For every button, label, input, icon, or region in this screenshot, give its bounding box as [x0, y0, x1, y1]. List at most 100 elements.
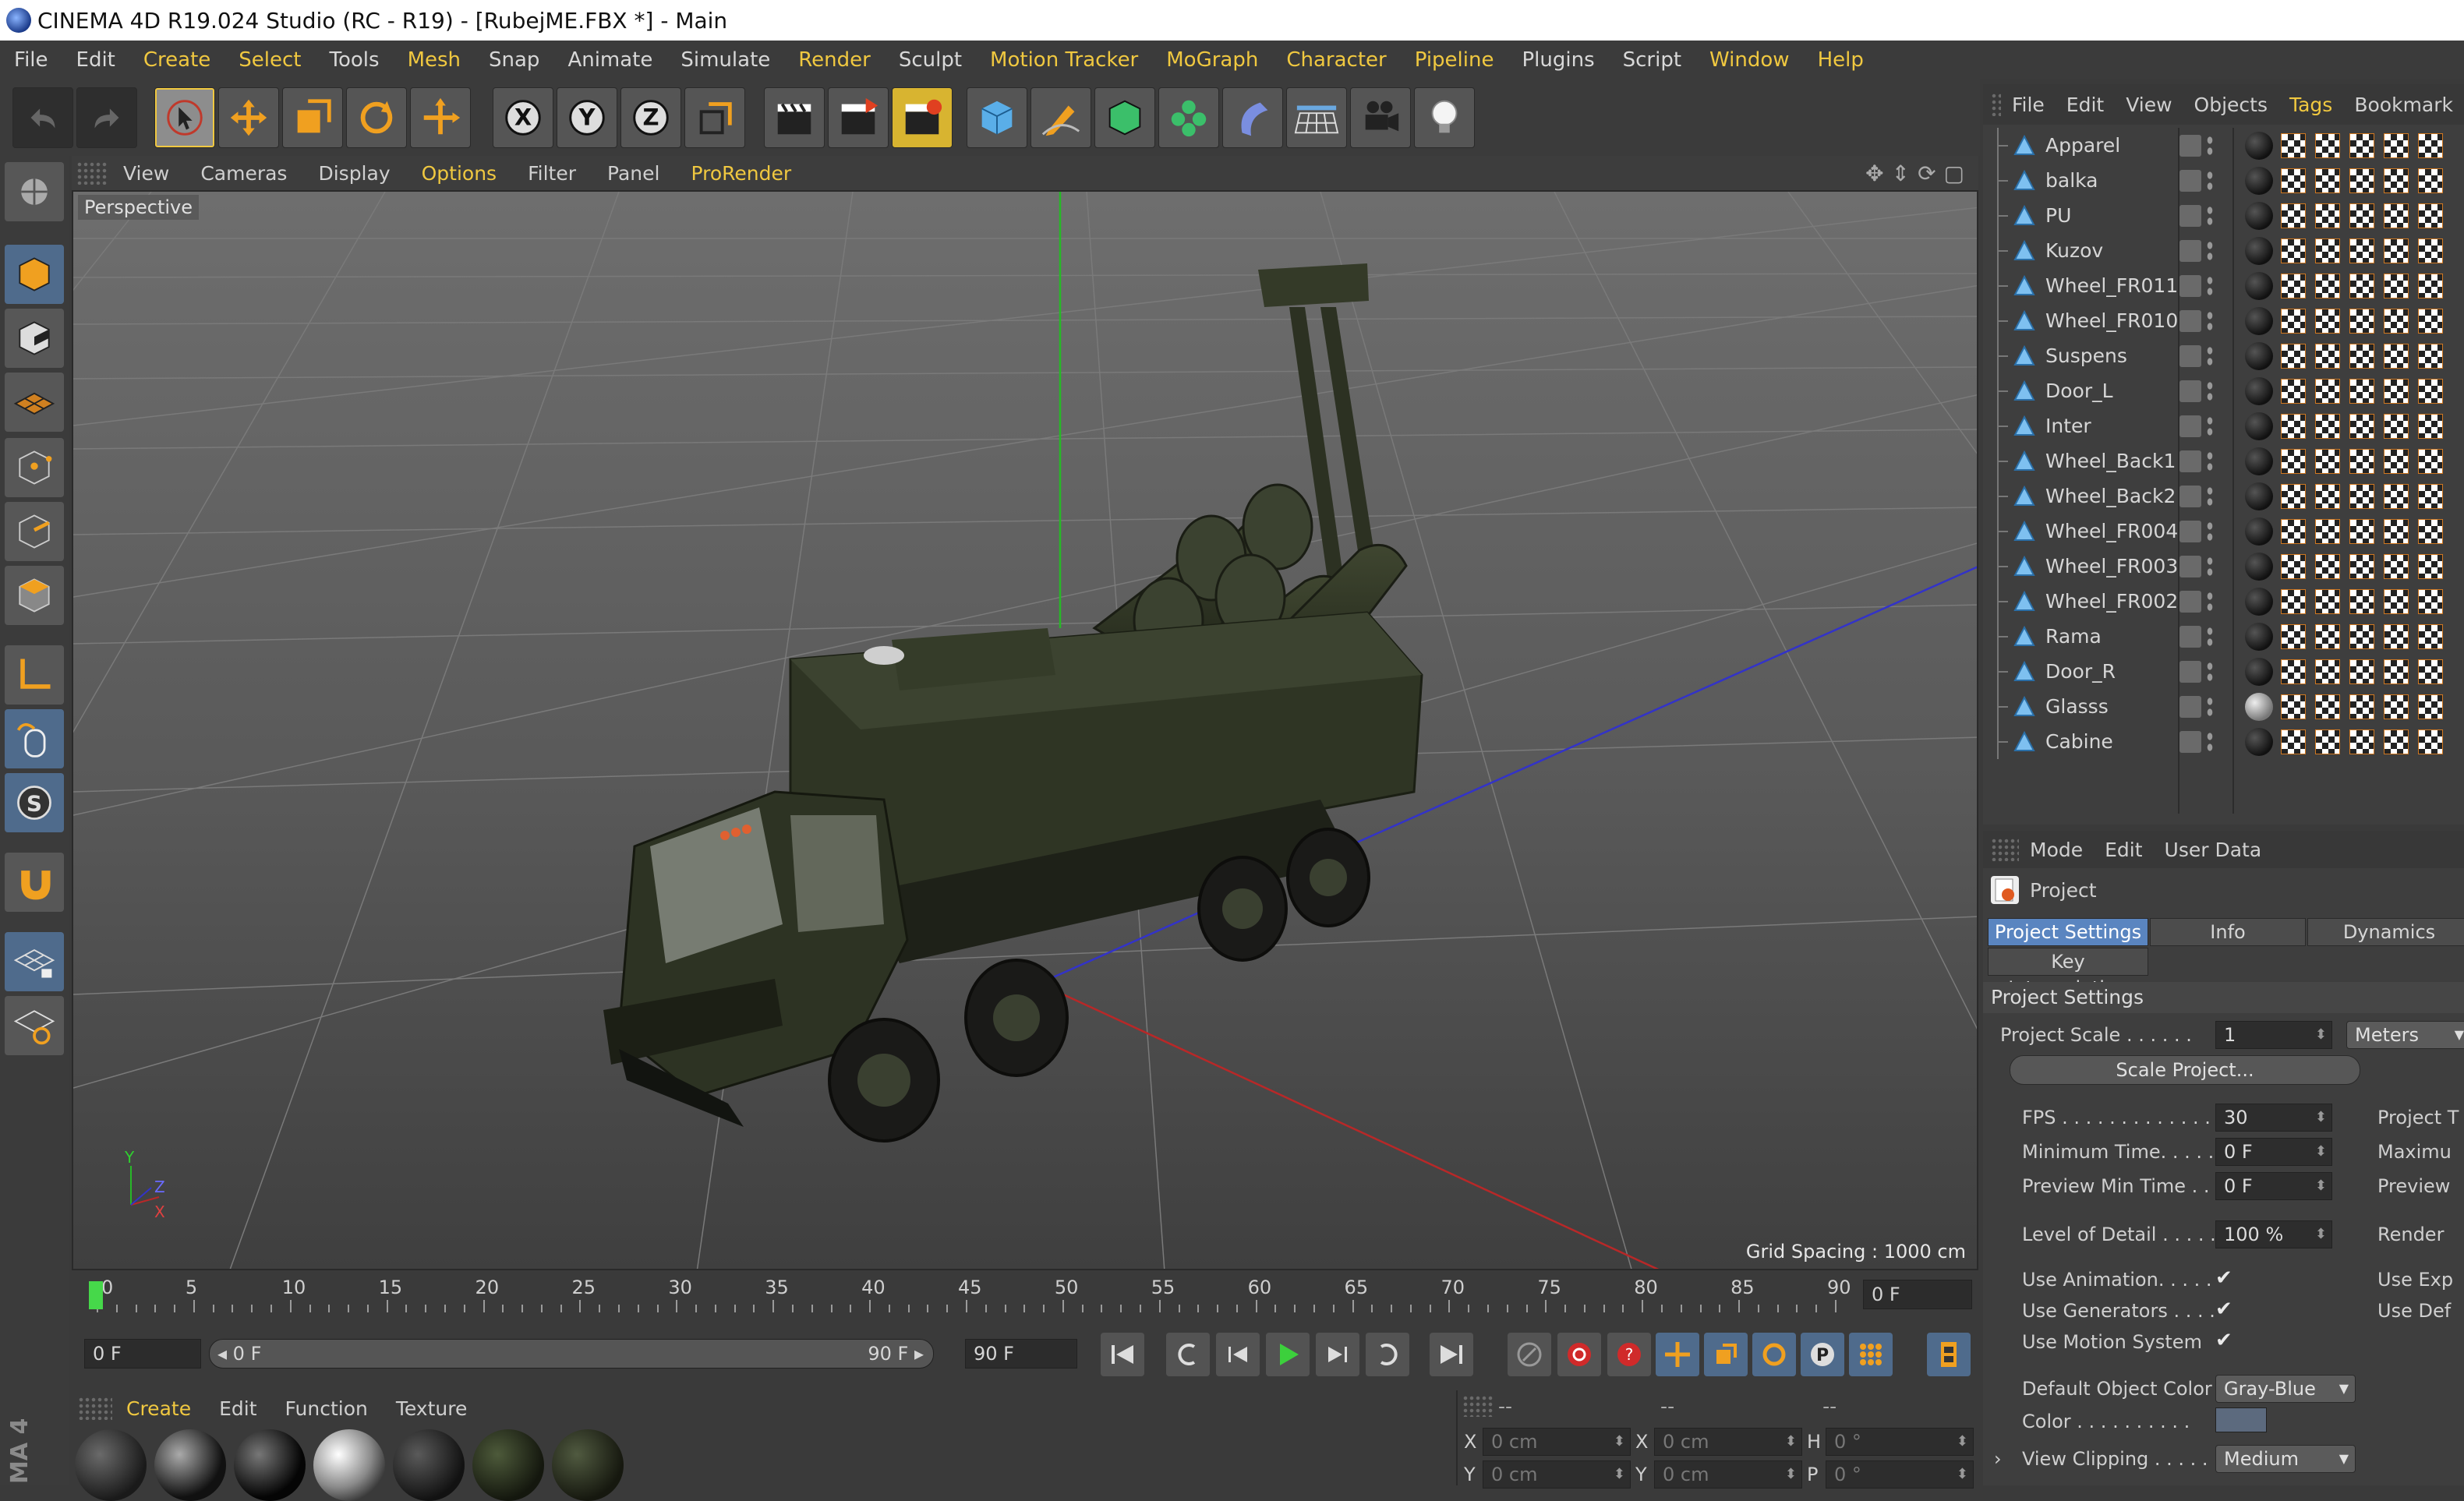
go-to-start-button[interactable] [1101, 1333, 1144, 1376]
menu-file[interactable]: File [0, 48, 62, 72]
uvw-tag-icon[interactable] [2418, 132, 2443, 158]
previous-key-button[interactable] [1166, 1333, 1210, 1376]
object-name[interactable]: Inter [2045, 415, 2091, 437]
menu-tools[interactable]: Tools [316, 48, 394, 72]
object-name[interactable]: Wheel_Back2 [2045, 485, 2176, 507]
uvw-tag-icon[interactable] [2349, 238, 2374, 263]
truck-model[interactable] [603, 263, 1423, 1143]
transform-button[interactable] [410, 87, 471, 148]
use-animation-checkbox[interactable]: ✔ [2215, 1268, 2234, 1288]
visibility-dots-icon[interactable] [2206, 625, 2214, 648]
panel-grip-icon[interactable] [1462, 1395, 1494, 1417]
object-row[interactable]: Rama [1983, 619, 2464, 654]
object-menu-tags[interactable]: Tags [2278, 94, 2343, 116]
object-menu-bookmark[interactable]: Bookmark [2343, 94, 2464, 116]
uvw-tag-icon[interactable] [2315, 343, 2340, 369]
uvw-tag-icon[interactable] [2315, 518, 2340, 544]
uvw-tag-icon[interactable] [2384, 413, 2409, 439]
uvw-tag-icon[interactable] [2418, 203, 2443, 228]
coord-position-y-field[interactable]: 0 cm [1483, 1460, 1631, 1489]
uvw-tag-icon[interactable] [2281, 203, 2306, 228]
light-button[interactable] [1414, 87, 1475, 148]
panel-grip-icon[interactable] [76, 161, 108, 185]
uvw-tag-icon[interactable] [2281, 729, 2306, 754]
uvw-tag-icon[interactable] [2349, 659, 2374, 684]
object-row[interactable]: Wheel_FR010 [1983, 303, 2464, 338]
coordinate-system-button[interactable] [684, 87, 745, 148]
uvw-tag-icon[interactable] [2315, 448, 2340, 474]
layer-toggle-icon[interactable] [2179, 555, 2201, 577]
object-row[interactable]: balka [1983, 163, 2464, 198]
object-menu-objects[interactable]: Objects [2183, 94, 2278, 116]
key-point-level-button[interactable] [1849, 1333, 1893, 1376]
uvw-tag-icon[interactable] [2349, 518, 2374, 544]
uvw-tag-icon[interactable] [2349, 413, 2374, 439]
object-name[interactable]: Wheel_FR004 [2045, 520, 2178, 542]
viewport-menu-cameras[interactable]: Cameras [185, 162, 302, 185]
workplane-mode-button[interactable] [5, 373, 64, 432]
uvw-tag-icon[interactable] [2281, 168, 2306, 193]
uvw-tag-icon[interactable] [2384, 553, 2409, 579]
redo-button[interactable] [76, 87, 137, 148]
menu-motion-tracker[interactable]: Motion Tracker [976, 48, 1152, 72]
uvw-tag-icon[interactable] [2384, 238, 2409, 263]
solo-mode-button[interactable]: S [5, 773, 64, 832]
menu-sculpt[interactable]: Sculpt [885, 48, 976, 72]
object-name[interactable]: PU [2045, 204, 2071, 227]
x-axis-lock-button[interactable]: X [493, 87, 553, 148]
undo-button[interactable] [12, 87, 73, 148]
previous-frame-button[interactable] [1216, 1333, 1260, 1376]
keyframe-selection-button[interactable] [1508, 1333, 1551, 1376]
axis-mode-button[interactable] [5, 645, 64, 705]
workplane-lock-button[interactable] [5, 932, 64, 991]
menu-mesh[interactable]: Mesh [394, 48, 475, 72]
uvw-tag-icon[interactable] [2281, 659, 2306, 684]
uvw-tag-icon[interactable] [2281, 694, 2306, 719]
record-active-objects-button[interactable] [1557, 1333, 1601, 1376]
object-row[interactable]: Glasss [1983, 689, 2464, 724]
uvw-tag-icon[interactable] [2418, 553, 2443, 579]
menu-pipeline[interactable]: Pipeline [1401, 48, 1508, 72]
object-row[interactable]: Suspens [1983, 338, 2464, 373]
tab-project-settings[interactable]: Project Settings [1988, 918, 2148, 946]
model-mode-button[interactable] [5, 245, 64, 304]
visibility-dots-icon[interactable] [2206, 730, 2214, 753]
uvw-tag-icon[interactable] [2418, 238, 2443, 263]
uvw-tag-icon[interactable] [2315, 378, 2340, 404]
object-name[interactable]: Cabine [2045, 730, 2113, 753]
camera-button[interactable] [1350, 87, 1411, 148]
uvw-tag-icon[interactable] [2384, 518, 2409, 544]
visibility-dots-icon[interactable] [2206, 660, 2214, 683]
uvw-tag-icon[interactable] [2281, 343, 2306, 369]
visibility-dots-icon[interactable] [2206, 239, 2214, 262]
material-swatch[interactable] [393, 1429, 465, 1501]
object-row[interactable]: Wheel_FR003 [1983, 549, 2464, 584]
uvw-tag-icon[interactable] [2384, 483, 2409, 509]
object-row[interactable]: Apparel [1983, 128, 2464, 163]
uvw-tag-icon[interactable] [2281, 448, 2306, 474]
uvw-tag-icon[interactable] [2281, 308, 2306, 334]
material-swatch[interactable] [234, 1429, 306, 1501]
uvw-tag-icon[interactable] [2349, 308, 2374, 334]
uvw-tag-icon[interactable] [2384, 448, 2409, 474]
layer-toggle-icon[interactable] [2179, 625, 2201, 648]
project-scale-unit-dropdown[interactable]: Meters [2346, 1021, 2464, 1049]
start-frame-field[interactable]: 0 F [84, 1339, 201, 1369]
layer-toggle-icon[interactable] [2179, 660, 2201, 683]
default-object-color-dropdown[interactable]: Gray-Blue [2215, 1375, 2356, 1403]
object-row[interactable]: Inter [1983, 408, 2464, 443]
uvw-tag-icon[interactable] [2349, 588, 2374, 614]
material-tag-icon[interactable] [2245, 727, 2273, 756]
visibility-dots-icon[interactable] [2206, 555, 2214, 577]
menu-select[interactable]: Select [224, 48, 315, 72]
object-row[interactable]: Wheel_FR004 [1983, 514, 2464, 549]
uvw-tag-icon[interactable] [2418, 623, 2443, 649]
current-frame-field[interactable]: 0 F [1863, 1280, 1972, 1309]
uvw-tag-icon[interactable] [2315, 553, 2340, 579]
key-parameter-button[interactable]: P [1801, 1333, 1844, 1376]
uvw-tag-icon[interactable] [2349, 448, 2374, 474]
scale-button[interactable] [282, 87, 343, 148]
layer-toggle-icon[interactable] [2179, 485, 2201, 507]
uvw-tag-icon[interactable] [2281, 413, 2306, 439]
panel-grip-icon[interactable] [78, 1397, 112, 1420]
